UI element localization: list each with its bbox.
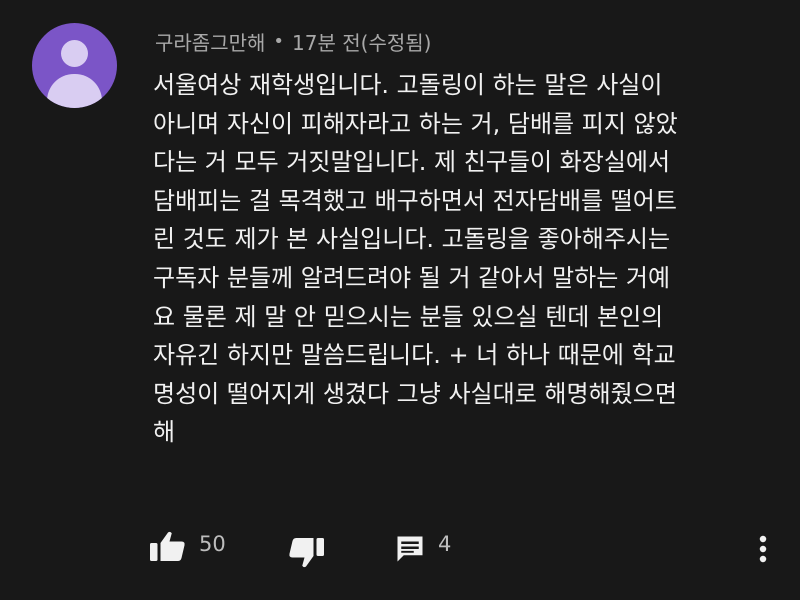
comment-actions: 50 4: [150, 528, 780, 568]
comment-icon[interactable]: [395, 534, 425, 564]
thumbs-up-icon[interactable]: [150, 531, 186, 561]
meta-separator: •: [273, 30, 285, 52]
comment-timestamp[interactable]: 17분 전(수정됨): [292, 27, 431, 56]
reply-count: 4: [438, 532, 452, 556]
comment-text-line: 해: [153, 418, 176, 447]
comment-header: 구라좀그만해 • 17분 전(수정됨): [155, 26, 431, 56]
comment-text-line: 요 물론 제 말 안 믿으시는 분들 있으실 텐데 본인의: [153, 302, 664, 331]
comment-text-line: 자유긴 하지만 말씀드립니다. + 너 하나 때문에 학교: [153, 341, 676, 370]
comment-text-line: 담배피는 걸 목격했고 배구하면서 전자담배를 떨어트: [153, 186, 677, 215]
avatar[interactable]: [32, 23, 117, 108]
comment-text: 서울여상 재학생입니다. 고돌링이 하는 말은 사실이 아니며 자신이 피해자라…: [153, 66, 773, 452]
comment-text-line: 명성이 떨어지게 생겼다 그냥 사실대로 해명해줬으면: [153, 379, 677, 408]
like-count: 50: [199, 532, 226, 556]
comment-text-line: 다는 거 모두 거짓말입니다. 제 친구들이 화장실에서: [153, 148, 671, 177]
avatar-body-shape: [47, 74, 102, 108]
comment-text-line: 구독자 분들께 알려드려야 될 거 같아서 말하는 거예: [153, 263, 671, 292]
author-name[interactable]: 구라좀그만해: [155, 27, 265, 56]
comment-card: 구라좀그만해 • 17분 전(수정됨) 서울여상 재학생입니다. 고돌링이 하는…: [0, 0, 800, 600]
comment-text-line: 린 것도 제가 본 사실입니다. 고돌링을 좋아해주시는: [153, 225, 671, 254]
comment-text-line: 서울여상 재학생입니다. 고돌링이 하는 말은 사실이: [153, 71, 663, 99]
vertical-ellipsis-icon[interactable]: [755, 534, 771, 564]
thumbs-down-icon[interactable]: [288, 538, 324, 568]
comment-text-line: 아니며 자신이 피해자라고 하는 거, 담배를 피지 않았: [153, 109, 678, 138]
avatar-head-shape: [61, 40, 88, 67]
